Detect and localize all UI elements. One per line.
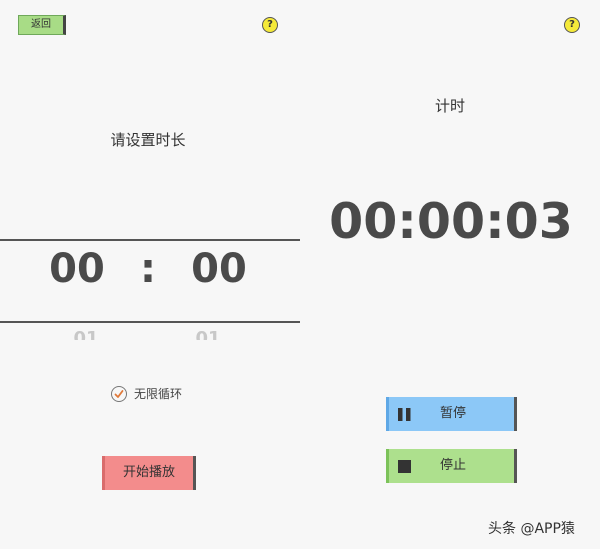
minutes-next-value: 01	[73, 328, 99, 340]
page-title: 请设置时长	[110, 131, 186, 149]
pause-label: 暂停	[439, 406, 466, 421]
timer-title: 计时	[434, 97, 465, 115]
time-separator: :	[140, 246, 156, 292]
seconds-picker[interactable]: 00	[180, 246, 258, 292]
checkmark-icon	[114, 390, 124, 398]
infinite-loop-checkbox[interactable]	[111, 386, 127, 402]
elapsed-time-display: 00:00:03	[329, 193, 573, 250]
minutes-picker[interactable]: 00	[38, 246, 116, 292]
start-button[interactable]: 开始播放	[102, 456, 196, 490]
stop-button[interactable]: 停止	[386, 449, 517, 483]
pause-button[interactable]: 暂停	[386, 397, 517, 431]
back-button[interactable]: 返回	[18, 15, 66, 35]
help-icon[interactable]: ?	[564, 17, 580, 33]
help-icon[interactable]: ?	[262, 17, 278, 33]
stop-label: 停止	[439, 458, 466, 473]
picker-divider-bottom	[0, 321, 300, 323]
picker-divider-top	[0, 239, 300, 241]
seconds-next-value: 01	[195, 328, 221, 340]
watermark: 头条 @APP猿	[488, 521, 575, 537]
infinite-loop-label[interactable]: 无限循环	[134, 386, 182, 402]
